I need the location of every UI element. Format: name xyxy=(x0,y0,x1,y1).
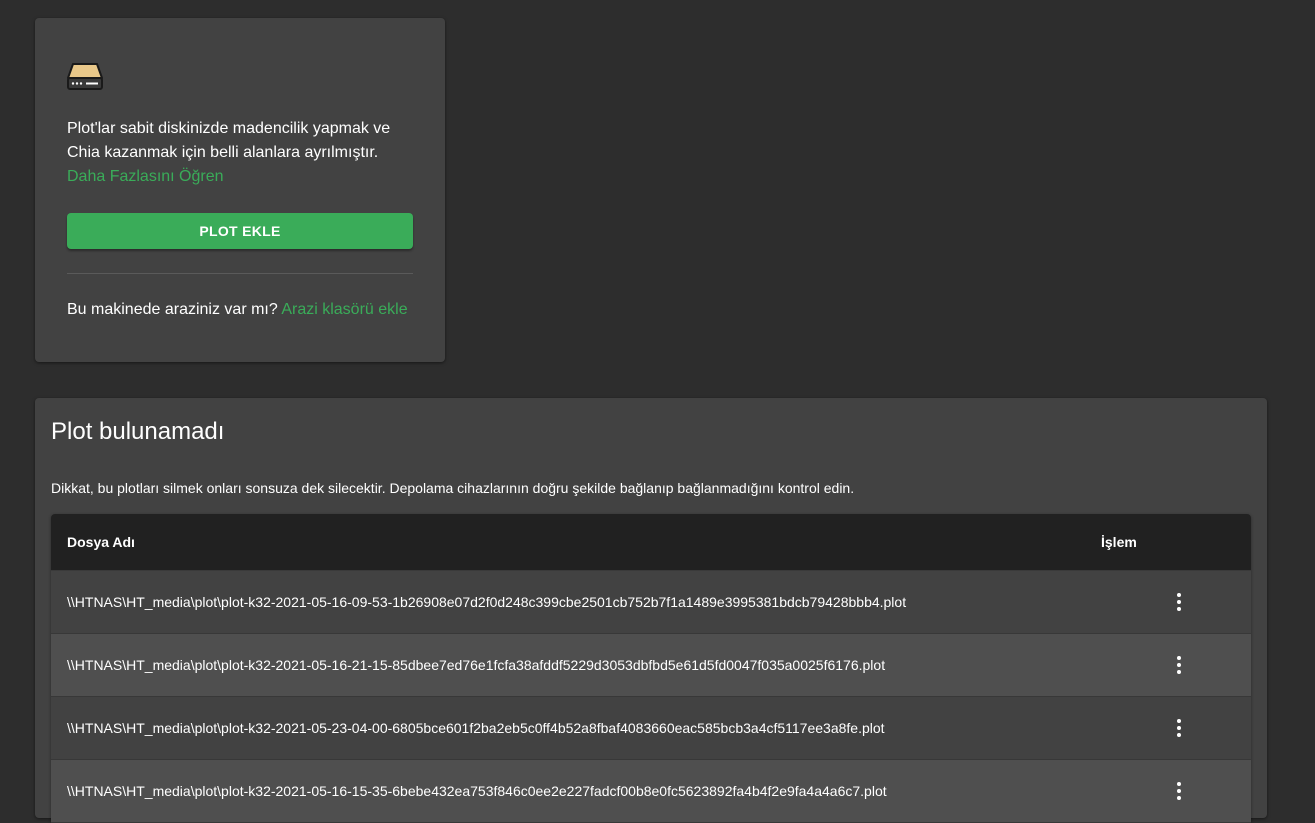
plots-description: Plot'lar sabit diskinizde madencilik yap… xyxy=(67,117,413,189)
plots-not-found-card: Plot bulunamadı Dikkat, bu plotları silm… xyxy=(35,398,1267,823)
plots-description-text: Plot'lar sabit diskinizde madencilik yap… xyxy=(67,120,391,161)
add-farm-folder-link[interactable]: Arazi klasörü ekle xyxy=(281,301,407,318)
row-action-cell xyxy=(1101,779,1251,803)
table-row: \\HTNAS\HT_media\plot\plot-k32-2021-05-1… xyxy=(51,571,1251,634)
plots-info-card: Plot'lar sabit diskinizde madencilik yap… xyxy=(35,18,445,362)
plot-filename: \\HTNAS\HT_media\plot\plot-k32-2021-05-1… xyxy=(67,783,887,799)
hdd-icon xyxy=(67,63,103,90)
section-title: Plot bulunamadı xyxy=(51,418,225,445)
more-vert-icon[interactable] xyxy=(1167,779,1191,803)
row-action-cell xyxy=(1101,590,1251,614)
plot-filename: \\HTNAS\HT_media\plot\plot-k32-2021-05-2… xyxy=(67,720,885,736)
more-vert-icon[interactable] xyxy=(1167,716,1191,740)
plots-table: Dosya Adı İşlem \\HTNAS\HT_media\plot\pl… xyxy=(51,514,1251,823)
more-vert-icon[interactable] xyxy=(1167,653,1191,677)
farm-folder-prompt: Bu makinede araziniz var mı? Arazi klasö… xyxy=(67,298,408,322)
table-header: Dosya Adı İşlem xyxy=(51,514,1251,571)
delete-warning-text: Dikkat, bu plotları silmek onları sonsuz… xyxy=(51,480,855,496)
add-plot-button[interactable]: PLOT EKLE xyxy=(67,213,413,249)
table-row: \\HTNAS\HT_media\plot\plot-k32-2021-05-2… xyxy=(51,697,1251,760)
learn-more-link[interactable]: Daha Fazlasını Öğren xyxy=(67,168,224,185)
divider xyxy=(67,273,413,274)
more-vert-icon[interactable] xyxy=(1167,590,1191,614)
farm-question-text: Bu makinede araziniz var mı? xyxy=(67,301,278,318)
plot-filename: \\HTNAS\HT_media\plot\plot-k32-2021-05-1… xyxy=(67,594,907,610)
column-header-filename: Dosya Adı xyxy=(67,534,135,550)
table-row: \\HTNAS\HT_media\plot\plot-k32-2021-05-1… xyxy=(51,634,1251,697)
row-action-cell xyxy=(1101,653,1251,677)
row-action-cell xyxy=(1101,716,1251,740)
column-header-action: İşlem xyxy=(1101,534,1137,550)
table-row: \\HTNAS\HT_media\plot\plot-k32-2021-05-1… xyxy=(51,760,1251,823)
plot-filename: \\HTNAS\HT_media\plot\plot-k32-2021-05-1… xyxy=(67,657,886,673)
